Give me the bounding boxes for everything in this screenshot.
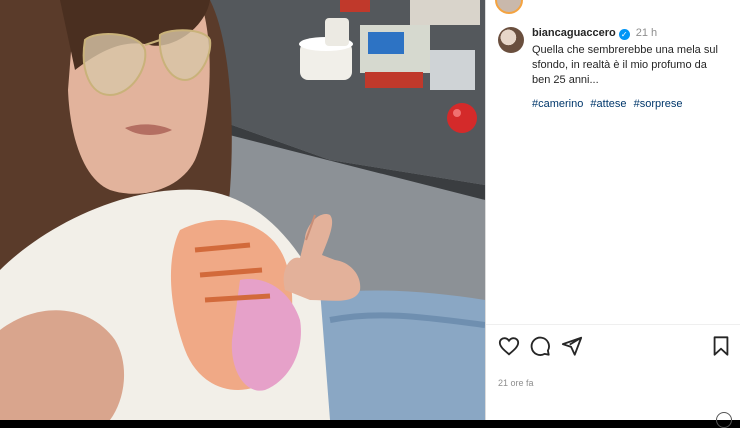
username-link[interactable]: biancaguaccero <box>532 27 616 39</box>
hashtag-list: #camerino #attese #sorprese <box>532 98 687 110</box>
post-photo[interactable] <box>0 0 485 420</box>
emoji-icon[interactable] <box>716 412 732 428</box>
comment-icon[interactable] <box>529 335 551 357</box>
avatar[interactable] <box>498 27 524 53</box>
caption-row: biancaguaccero ✓ 21 h Quella che sembrereb… <box>498 26 730 88</box>
post-time[interactable]: 21 h <box>636 27 657 39</box>
share-icon[interactable] <box>561 335 583 357</box>
heart-icon[interactable] <box>498 335 520 357</box>
action-bar <box>486 324 740 367</box>
verified-icon: ✓ <box>618 29 630 40</box>
instagram-post: biancaguaccero ✓ 21 h Quella che sembrereb… <box>0 0 740 428</box>
bookmark-icon[interactable] <box>710 335 732 357</box>
hashtag-link[interactable]: #camerino <box>532 98 583 110</box>
hashtag-link[interactable]: #sorprese <box>634 98 683 110</box>
posted-time-ago: 21 ore fa <box>498 378 534 388</box>
hashtag-link[interactable]: #attese <box>590 98 626 110</box>
caption: biancaguaccero ✓ 21 h Quella che sembrereb… <box>532 26 730 88</box>
caption-text: Quella che sembrerebbe una mela sul sfon… <box>532 44 718 86</box>
post-details-pane: biancaguaccero ✓ 21 h Quella che sembrereb… <box>485 0 740 428</box>
selfie-photo-illustration <box>0 0 485 420</box>
